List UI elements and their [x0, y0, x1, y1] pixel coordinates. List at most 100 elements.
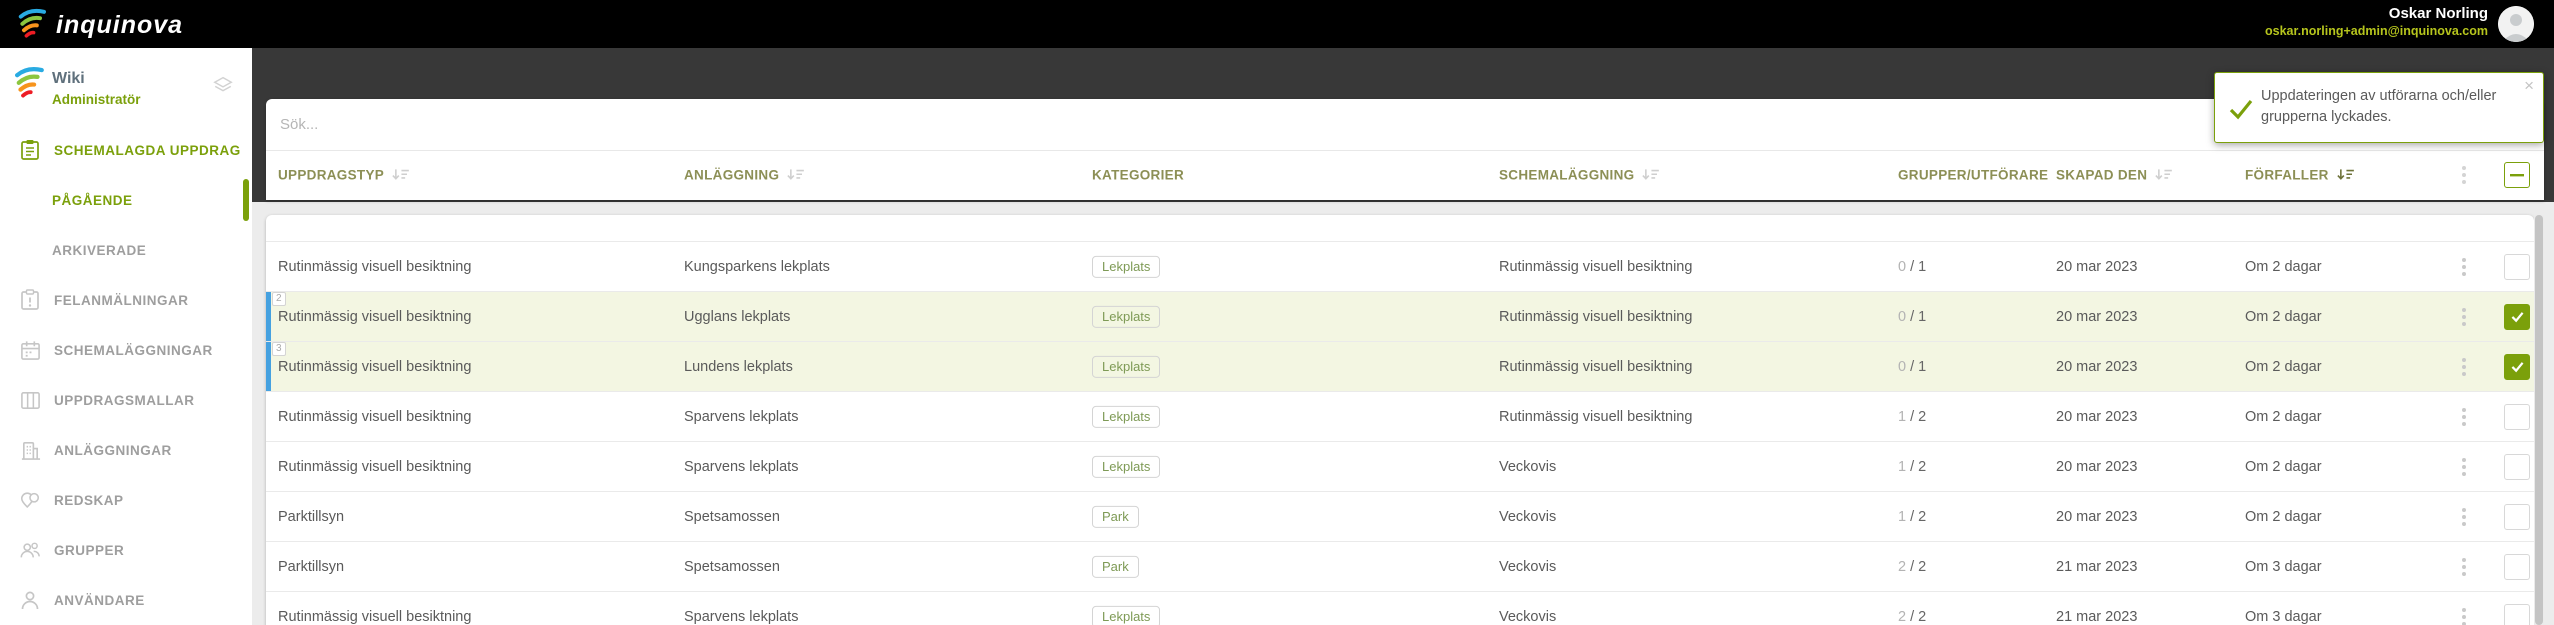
workspace-logo-swoosh-icon — [12, 62, 46, 107]
cell-schemalaggning: Veckovis — [1499, 558, 1557, 575]
column-header-anlaggning[interactable]: ANLÄGGNING — [684, 168, 805, 183]
clipboard-alert-icon — [18, 289, 42, 311]
user-name: Oskar Norling — [2388, 5, 2488, 22]
cell-skapad-den: 20 mar 2023 — [2056, 308, 2138, 325]
sidebar-item-schemalagda-uppdrag[interactable]: SCHEMALAGDA UPPDRAG — [0, 125, 252, 175]
column-header-forfaller[interactable]: FÖRFALLER — [2245, 168, 2355, 183]
active-indicator — [243, 179, 249, 221]
sidebar-item-schemalaggningar[interactable]: SCHEMALÄGGNINGAR — [0, 325, 252, 375]
sidebar-item-label: SCHEMALAGDA UPPDRAG — [54, 142, 241, 158]
cell-skapad-den: 20 mar 2023 — [2056, 408, 2138, 425]
row-checkbox[interactable] — [2504, 553, 2530, 580]
sort-icon[interactable] — [391, 169, 410, 182]
template-icon — [18, 390, 42, 411]
cell-anlaggning: Sparvens lekplats — [684, 458, 799, 475]
cell-schemalaggning: Rutinmässig visuell besiktning — [1499, 408, 1693, 425]
table-row[interactable]: Parktillsyn Spetsamossen Park Veckovis 2… — [266, 542, 2534, 592]
select-all-checkbox[interactable] — [2504, 162, 2530, 188]
sidebar-item-grupper[interactable]: GRUPPER — [0, 525, 252, 575]
column-header-uppdragstyp[interactable]: UPPDRAGSTYP — [278, 168, 410, 183]
cell-schemalaggning: Rutinmässig visuell besiktning — [1499, 358, 1693, 375]
search-input[interactable] — [280, 99, 2480, 150]
row-menu-icon[interactable] — [2462, 607, 2466, 625]
category-badge: Park — [1092, 505, 1139, 528]
row-checkbox[interactable] — [2504, 603, 2530, 625]
sidebar-item-anlaggningar[interactable]: ANLÄGGNINGAR — [0, 425, 252, 475]
sidebar-item-felanmalningar[interactable]: FELANMÄLNINGAR — [0, 275, 252, 325]
cell-uppdragstyp: Rutinmässig visuell besiktning — [278, 308, 472, 325]
table-row[interactable]: 3 Rutinmässig visuell besiktning Lundens… — [266, 342, 2534, 392]
sidebar-item-label: FELANMÄLNINGAR — [54, 292, 189, 308]
row-menu-icon[interactable] — [2462, 357, 2466, 376]
row-checkbox[interactable] — [2504, 403, 2530, 430]
cell-forfaller: Om 2 dagar — [2245, 358, 2322, 375]
sidebar-item-label: ARKIVERADE — [52, 242, 147, 258]
sort-icon[interactable] — [786, 169, 805, 182]
close-icon[interactable]: × — [2524, 77, 2534, 94]
row-menu-icon[interactable] — [2462, 257, 2466, 276]
sidebar-item-anvandare[interactable]: ANVÄNDARE — [0, 575, 252, 625]
topbar: inquinova Oskar Norling oskar.norling+ad… — [0, 0, 2554, 48]
row-menu-icon[interactable] — [2462, 307, 2466, 326]
column-header-skapad-den[interactable]: SKAPAD DEN — [2056, 168, 2173, 183]
column-header-grupper-utforare: GRUPPER/UTFÖRARE — [1898, 167, 2049, 183]
cell-ratio: 1/ 2 — [1898, 508, 1927, 525]
sidebar-item-uppdragsmallar[interactable]: UPPDRAGSMALLAR — [0, 375, 252, 425]
cell-uppdragstyp: Rutinmässig visuell besiktning — [278, 608, 472, 625]
table-row[interactable]: Rutinmässig visuell besiktning Sparvens … — [266, 592, 2534, 625]
category-badge: Lekplats — [1092, 255, 1161, 278]
cell-anlaggning: Lundens lekplats — [684, 358, 793, 375]
row-checkbox[interactable] — [2504, 253, 2530, 280]
sidebar-item-redskap[interactable]: REDSKAP — [0, 475, 252, 525]
vertical-scrollbar[interactable] — [2534, 215, 2544, 625]
table-header-row: UPPDRAGSTYP ANLÄGGNING KATEGORIER SCHEMA… — [266, 151, 2544, 199]
row-menu-icon[interactable] — [2462, 557, 2466, 576]
category-badge: Lekplats — [1092, 605, 1161, 625]
sidebar-item-pagaende[interactable]: PÅGÅENDE — [0, 175, 252, 225]
row-checkbox[interactable] — [2504, 353, 2530, 380]
row-checkbox[interactable] — [2504, 303, 2530, 330]
sidebar-item-arkiverade[interactable]: ARKIVERADE — [0, 225, 252, 275]
cell-anlaggning: Ugglans lekplats — [684, 308, 791, 325]
user-avatar[interactable] — [2498, 6, 2534, 42]
row-menu-icon[interactable] — [2462, 457, 2466, 476]
sort-icon-active[interactable] — [2336, 169, 2355, 182]
scrollbar-thumb[interactable] — [2535, 215, 2543, 625]
cell-anlaggning: Spetsamossen — [684, 508, 780, 525]
column-header-kategorier: KATEGORIER — [1092, 167, 1185, 183]
cell-forfaller: Om 3 dagar — [2245, 608, 2322, 625]
logo-text: inquinova — [56, 11, 184, 39]
app-logo[interactable]: inquinova — [16, 6, 183, 45]
check-icon — [2227, 97, 2255, 126]
cell-ratio: 2/ 2 — [1898, 608, 1927, 625]
table-row[interactable]: Rutinmässig visuell besiktning Kungspark… — [266, 242, 2534, 292]
row-checkbox[interactable] — [2504, 453, 2530, 480]
table-row[interactable]: Parktillsyn Spetsamossen Park Veckovis 1… — [266, 492, 2534, 542]
cell-schemalaggning: Rutinmässig visuell besiktning — [1499, 308, 1693, 325]
cell-forfaller: Om 2 dagar — [2245, 508, 2322, 525]
row-checkbox[interactable] — [2504, 503, 2530, 530]
cell-schemalaggning: Veckovis — [1499, 608, 1557, 625]
row-menu-icon[interactable] — [2462, 407, 2466, 426]
row-menu-icon[interactable] — [2462, 507, 2466, 526]
cell-forfaller: Om 2 dagar — [2245, 408, 2322, 425]
table-row[interactable]: Rutinmässig visuell besiktning Sparvens … — [266, 392, 2534, 442]
column-header-schemalaggning[interactable]: SCHEMALÄGGNING — [1499, 168, 1660, 183]
sort-icon[interactable] — [1641, 169, 1660, 182]
cell-anlaggning: Kungsparkens lekplats — [684, 258, 830, 275]
cell-ratio: 1/ 2 — [1898, 408, 1927, 425]
header-menu-icon[interactable] — [2462, 166, 2466, 184]
category-badge: Lekplats — [1092, 405, 1161, 428]
sidebar-item-label: REDSKAP — [54, 492, 124, 508]
sort-icon[interactable] — [2154, 169, 2173, 182]
table-row[interactable]: 2 Rutinmässig visuell besiktning Ugglans… — [266, 292, 2534, 342]
category-badge: Park — [1092, 555, 1139, 578]
cell-anlaggning: Sparvens lekplats — [684, 608, 799, 625]
toast-notification: Uppdateringen av utförarna och/eller gru… — [2214, 72, 2544, 143]
table-body-card: Rutinmässig visuell besiktning Kungspark… — [266, 215, 2534, 625]
people-icon — [18, 540, 42, 560]
cell-skapad-den: 21 mar 2023 — [2056, 608, 2138, 625]
layers-icon[interactable] — [212, 74, 234, 101]
table-row[interactable]: Rutinmässig visuell besiktning Sparvens … — [266, 442, 2534, 492]
map-pins-icon — [18, 490, 42, 511]
